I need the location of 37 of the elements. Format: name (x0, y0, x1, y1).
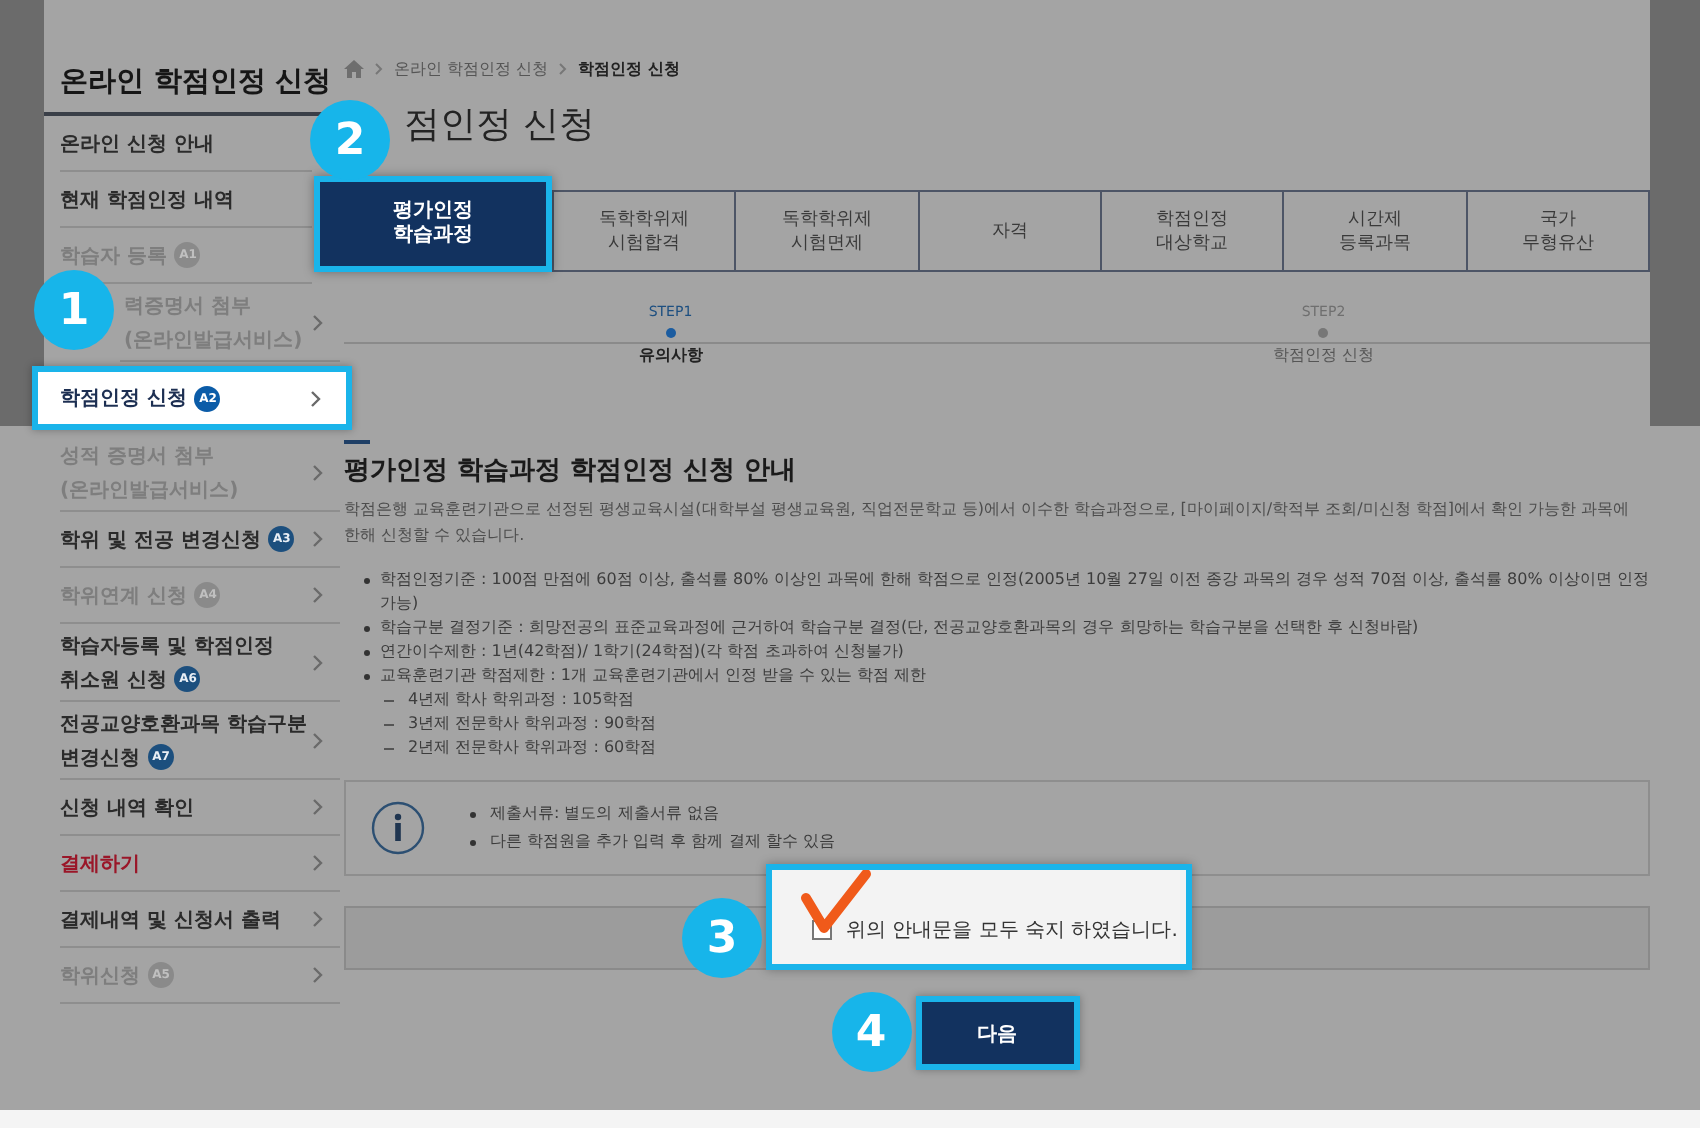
category-tab[interactable]: 시간제 등록과목 (1284, 190, 1468, 272)
sidebar-item[interactable]: 신청 내역 확인 (60, 780, 340, 836)
category-tab[interactable]: 자격 (919, 190, 1102, 272)
home-icon[interactable] (344, 59, 364, 77)
guideline-text: 연간이수제한 : 1년(42학점)/ 1학기(24학점)(각 학점 초과하여 신청불가) (380, 642, 904, 660)
guideline-subitem: 4년제 학사 학위과정 : 105학점 (408, 690, 635, 708)
page-title: 점인정 신청 (404, 102, 598, 150)
step-label: 유의사항 (638, 344, 703, 366)
category-tab[interactable]: 국가 무형유산 (1467, 190, 1650, 272)
breadcrumb-separator-icon (558, 61, 569, 75)
step-callout: 1 (34, 270, 114, 350)
guideline-text: 학습구분 결정기준 : 희망전공의 표준교육과정에 근거하여 학습구분 결정(단, 전공교양호환과목의 경우 희망하는 학습구분을 선택한 후 신청바람) (380, 618, 1419, 636)
notice-text: 제출서류: 별도의 제출서류 없음 (490, 804, 719, 822)
info-icon (370, 800, 426, 856)
category-tab[interactable]: 독학학위제 시험면제 (736, 190, 920, 272)
step-callout: 4 (831, 992, 911, 1072)
guideline-text: 학점인정기준 : 100점 만점에 60점 이상, 출석률 80% 이상인 과목에 한해 학점으로 인정(2005년 10월 27일 이전 종강 과목의 경우 성적 70점 이상, 출석률 80% 이상이면 인정 가능) (380, 570, 1649, 612)
step-label: 학점인정 신청 (1272, 344, 1375, 366)
notice-text: 다른 학점원을 추가 입력 후 함께 결제 할수 있음 (490, 832, 835, 850)
agreement-checkbox[interactable]: 위의 안내문을 모두 숙지 하였습니다. (766, 864, 1192, 970)
step-callout: 2 (310, 100, 390, 180)
category-tab[interactable]: 독학학위제 시험합격 (551, 190, 737, 272)
guideline-text: 교육훈련기관 학점제한 : 1개 교육훈련기관에서 인정 받을 수 있는 학점 제한 (380, 666, 927, 684)
guideline-subitem: 3년제 전문학사 학위과정 : 90학점 (408, 714, 657, 732)
step-callout: 3 (682, 898, 762, 978)
category-tab[interactable]: 학점인정 대상학교 (1101, 190, 1285, 272)
sidebar-item[interactable]: 결제하기 (60, 836, 340, 892)
breadcrumb-separator-icon (374, 61, 384, 75)
breadcrumb-link[interactable]: 온라인 학점인정 신청 (394, 57, 549, 79)
guideline-subitem: 2년제 전문학사 학위과정 : 60학점 (408, 738, 657, 756)
section-heading: 평가인정 학습과정 학점인정 신청 안내 (344, 454, 799, 488)
intro-paragraph: 학점은행 교육훈련기관으로 선정된 평생교육시설(대학부설 평생교육원, 직업전문학교 등)에서 이수한 학습과정으로, [마이페이지/학적부 조회/미신청 학점]에서 확인 가능한 과목에 한해 신청할 수 있습니다. (344, 498, 1632, 548)
sidebar-item[interactable]: 현재 학점인정 내역 (60, 172, 312, 228)
category-tab[interactable]: 평가인정 학습과정 (314, 176, 552, 272)
breadcrumb-link[interactable]: 학점인정 신청 (578, 57, 680, 79)
next-button[interactable]: 다음 (915, 996, 1079, 1070)
sidebar-item[interactable]: 결제내역 및 신청서 출력 (60, 892, 340, 948)
